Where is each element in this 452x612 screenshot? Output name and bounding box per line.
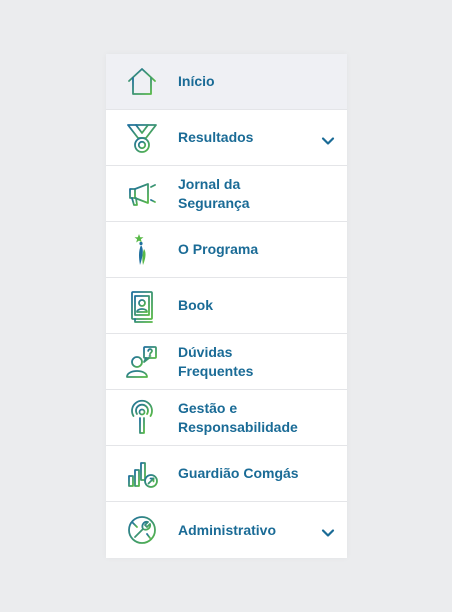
menu-item-label: Início xyxy=(178,73,215,89)
wrench-circle-icon xyxy=(124,512,160,548)
side-menu: Início Resultados Jornal da Segurança O … xyxy=(106,54,347,558)
menu-item-jornal-da-seguranca[interactable]: Jornal da Segurança xyxy=(106,166,347,222)
menu-item-guardiao-comgas[interactable]: Guardião Comgás xyxy=(106,446,347,502)
menu-item-label: Guardião Comgás xyxy=(178,465,299,481)
menu-item-duvidas-frequentes[interactable]: Dúvidas Frequentes xyxy=(106,334,347,390)
menu-item-label: Dúvidas Frequentes xyxy=(178,343,254,379)
home-icon xyxy=(124,64,160,100)
menu-item-label: Gestão e Responsabilidade xyxy=(178,399,298,435)
book-profile-icon xyxy=(124,288,160,324)
menu-item-book[interactable]: Book xyxy=(106,278,347,334)
chevron-down-icon[interactable] xyxy=(321,525,335,537)
figure-star-icon xyxy=(124,232,160,268)
menu-item-label: Jornal da Segurança xyxy=(178,175,250,211)
menu-item-inicio[interactable]: Início xyxy=(106,54,347,110)
menu-item-label: Administrativo xyxy=(178,521,277,538)
menu-item-label: O Programa xyxy=(178,241,259,257)
menu-item-label: Resultados xyxy=(178,129,254,145)
bar-chart-shield-icon xyxy=(124,456,160,492)
menu-item-o-programa[interactable]: O Programa xyxy=(106,222,347,278)
menu-item-label: Book xyxy=(178,297,213,313)
medal-icon xyxy=(124,120,160,156)
menu-item-administrativo[interactable]: Administrativo xyxy=(106,502,347,558)
chevron-down-icon[interactable] xyxy=(321,133,335,145)
antenna-icon xyxy=(124,399,160,436)
menu-item-resultados[interactable]: Resultados xyxy=(106,110,347,166)
person-question-icon xyxy=(124,344,160,380)
menu-item-gestao-e-responsabilidade[interactable]: Gestão e Responsabilidade xyxy=(106,390,347,446)
megaphone-icon xyxy=(124,176,160,212)
